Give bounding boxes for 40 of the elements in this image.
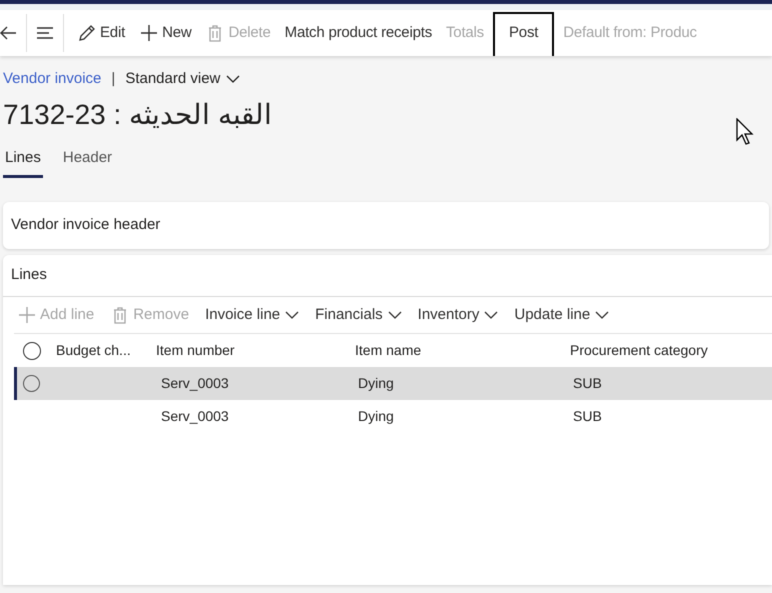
chevron-down-icon [484, 310, 498, 320]
action-button[interactable]: Financials [315, 304, 402, 326]
plus-icon [17, 305, 37, 325]
column-header[interactable]: Procurement category [570, 340, 772, 361]
chevron-down-icon [226, 74, 240, 84]
toolbar-button[interactable]: Match product receipts [278, 14, 439, 52]
chevron-down-icon [595, 310, 610, 320]
section-title[interactable]: Vendor invoice header [11, 214, 160, 237]
toolbar-button[interactable]: Post [493, 12, 554, 56]
table-cell-text: Dying [358, 407, 395, 426]
page-title: 7132-23 : القبه الحديثه [3, 98, 272, 132]
table-cell-text: SUB [573, 374, 603, 393]
pencil-icon [77, 23, 97, 43]
column-header[interactable]: Item name [355, 340, 570, 361]
breadcrumb-link[interactable]: Vendor invoice [3, 68, 102, 90]
tab[interactable]: Lines [3, 146, 43, 178]
view-selector[interactable]: Standard view [125, 68, 240, 90]
action-button[interactable]: Inventory [418, 304, 498, 326]
chevron-down-icon [285, 310, 300, 320]
column-header[interactable]: Item number [156, 340, 355, 361]
action-button[interactable]: Update line [514, 304, 610, 326]
section-title[interactable]: Lines [11, 264, 47, 287]
table-cell-text: SUB [573, 407, 603, 426]
table-cell-text: Dying [358, 374, 395, 393]
toolbar-button[interactable]: New [132, 14, 198, 52]
select-all-radio[interactable] [23, 342, 41, 360]
action-button[interactable]: Invoice line [205, 304, 300, 326]
toolbar-button[interactable]: Edit [70, 14, 132, 52]
tab[interactable]: Header [60, 146, 114, 178]
plus-icon [139, 23, 160, 43]
table-row[interactable]: Serv_0003 Dying SUB [14, 367, 772, 400]
column-header[interactable]: Budget ch... [56, 340, 156, 361]
table-cell-text: Serv_0003 [160, 374, 230, 393]
table-row[interactable]: Serv_0003 Dying SUB [14, 400, 772, 433]
chevron-down-icon [388, 310, 402, 320]
menu-button[interactable] [26, 14, 64, 52]
breadcrumb-separator: | [111, 69, 116, 89]
row-select-radio[interactable] [23, 375, 40, 392]
mouse-pointer-icon [736, 118, 754, 146]
table-cell-text: Serv_0003 [160, 407, 230, 426]
